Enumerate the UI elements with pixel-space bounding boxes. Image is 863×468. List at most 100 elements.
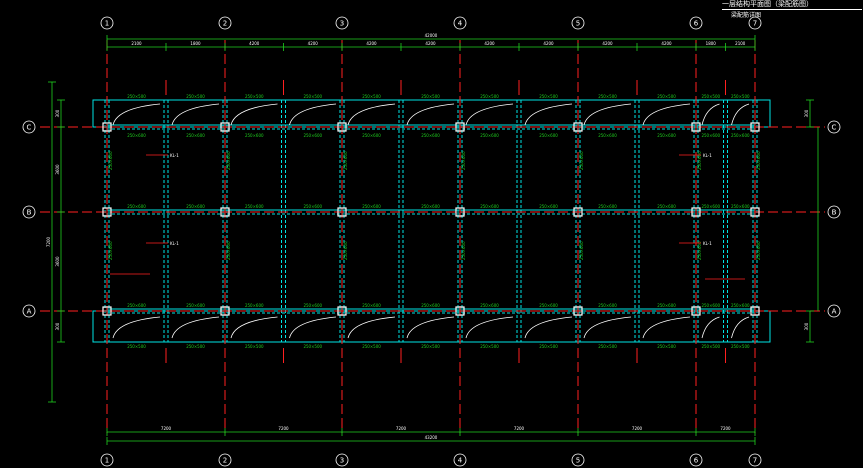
beam-label-C-1: 250×600 [186,133,205,138]
beam-label-A-8: 250×600 [598,303,617,308]
beam-label-A-3: 250×600 [303,303,322,308]
left-dimension-label-3: 300 [55,322,60,330]
beam-label-C-3: 250×600 [303,133,322,138]
grid-bubble-bottom-7-label: 7 [753,457,757,465]
top-dimension-label-0: 2100 [131,41,142,46]
top-dimension-label-11: 2100 [735,41,746,46]
grid-bubble-top-1-label: 1 [105,20,109,28]
vertical-beam-label-0-0: 250×600 [108,151,113,170]
beam-label-top-11: 250×500 [731,94,750,99]
top-cantilever-curve-1 [171,103,220,126]
callout-label-3: KL-1 [703,241,712,246]
beam-label-B-10: 250×600 [701,204,720,209]
beam-label-top-3: 250×500 [303,94,322,99]
bottom-dimension-label-0: 7200 [161,426,172,431]
left-dimension-label-1: 3600 [55,164,60,175]
beam-label-A-7: 250×600 [539,303,558,308]
grid-bubble-right-C-label: C [832,124,837,132]
beam-label-top-8: 250×500 [598,94,617,99]
bottom-dimension-label-1: 7200 [278,426,289,431]
bottom-cantilever-curve-11 [731,316,750,339]
beam-label-top-0: 250×500 [127,94,146,99]
beam-label-A-6: 250×600 [480,303,499,308]
beam-label-B-6: 250×600 [480,204,499,209]
grid-bubble-left-A-label: A [27,308,32,316]
bottom-cantilever-curve-6 [465,316,514,339]
top-cantilever-curve-10 [701,103,720,126]
top-dimension-label-7: 4200 [543,41,554,46]
beam-label-A-10: 250×600 [701,303,720,308]
top-cantilever-curve-6 [465,103,514,126]
beam-label-C-5: 250×600 [421,133,440,138]
vertical-beam-label-6-0: 250×600 [756,151,761,170]
bottom-cantilever-curve-7 [524,316,573,339]
vertical-beam-label-1-0: 250×600 [226,151,231,170]
beam-label-B-8: 250×600 [598,204,617,209]
beam-label-C-10: 250×600 [701,133,720,138]
vertical-beam-label-2-0: 250×600 [343,151,348,170]
grid-bubble-top-7-label: 7 [753,20,757,28]
beam-label-B-0: 250×600 [127,204,146,209]
beam-label-bottom-2: 250×500 [245,344,264,349]
beam-label-bottom-7: 250×500 [539,344,558,349]
bottom-cantilever-band [92,310,771,343]
beam-label-bottom-9: 250×500 [657,344,676,349]
top-dimension-label-4: 4200 [366,41,377,46]
grid-bubble-right-B-label: B [832,209,837,217]
top-cantilever-curve-3 [289,103,337,126]
bottom-total-dimension-label-0: 43200 [425,435,438,440]
callout-label-0: KL-1 [170,153,179,158]
top-cantilever-curve-4 [347,103,396,126]
top-cantilever-band [92,99,771,128]
beam-label-A-4: 250×600 [362,303,381,308]
bottom-cantilever-curve-10 [701,316,720,339]
grid-bubble-left-C-label: C [27,124,32,132]
floor-plan-drawing: 250×500 250×500 250×600 250×600 250×600 250×5… [22,16,841,467]
bottom-dimension-label-5: 7200 [720,426,731,431]
bottom-cantilever-curve-0 [112,316,161,339]
vertical-beam-label-5-1: 250×600 [697,241,702,260]
beam-label-B-7: 250×600 [539,204,558,209]
grid-bubble-bottom-6-label: 6 [694,457,699,465]
top-cantilever-curve-7 [524,103,573,126]
beam-label-A-2: 250×600 [245,303,264,308]
grid-bubble-top-5-label: 5 [576,20,580,28]
top-cantilever-curve-9 [642,103,691,126]
vertical-beam-label-4-1: 250×600 [579,241,584,260]
beam-label-bottom-6: 250×500 [480,344,499,349]
beam-label-C-0: 250×600 [127,133,146,138]
left-dimension-label-0: 300 [55,109,60,117]
beam-label-top-1: 250×500 [186,94,205,99]
bottom-cantilever-curve-1 [171,316,220,339]
bottom-dimension-label-3: 7200 [514,426,525,431]
beam-label-bottom-1: 250×500 [186,344,205,349]
beam-label-bottom-3: 250×500 [303,344,322,349]
beam-label-bottom-10: 250×500 [701,344,720,349]
grid-bubble-top-6-label: 6 [694,20,699,28]
beam-label-bottom-8: 250×500 [598,344,617,349]
grid-bubble-bottom-1-label: 1 [105,457,109,465]
grid-bubble-top-4-label: 4 [458,20,463,28]
top-cantilever-curve-2 [230,103,278,126]
beam-label-top-9: 250×500 [657,94,676,99]
vertical-beam-label-6-1: 250×600 [756,241,761,260]
beam-label-top-5: 250×500 [421,94,440,99]
beam-label-C-7: 250×600 [539,133,558,138]
bottom-dimension-label-4: 7200 [632,426,643,431]
beam-label-C-11: 250×600 [731,133,750,138]
left-total-dimension-label-0: 7200 [46,236,51,247]
bottom-cantilever-curve-4 [347,316,396,339]
beam-label-B-2: 250×600 [245,204,264,209]
beam-label-B-11: 250×600 [731,204,750,209]
top-dimension-label-10: 1800 [706,41,717,46]
left-dimension-label-2: 3600 [55,256,60,267]
top-dimension-label-3: 4200 [308,41,319,46]
vertical-beam-label-5-0: 250×600 [697,151,702,170]
callout-label-2: KL-1 [703,153,712,158]
beam-label-B-5: 250×600 [421,204,440,209]
beam-label-B-4: 250×600 [362,204,381,209]
bottom-dimension-label-2: 7200 [396,426,407,431]
grid-bubble-left-B-label: B [27,209,32,217]
beam-label-bottom-5: 250×500 [421,344,440,349]
grid-bubble-bottom-4-label: 4 [458,457,463,465]
